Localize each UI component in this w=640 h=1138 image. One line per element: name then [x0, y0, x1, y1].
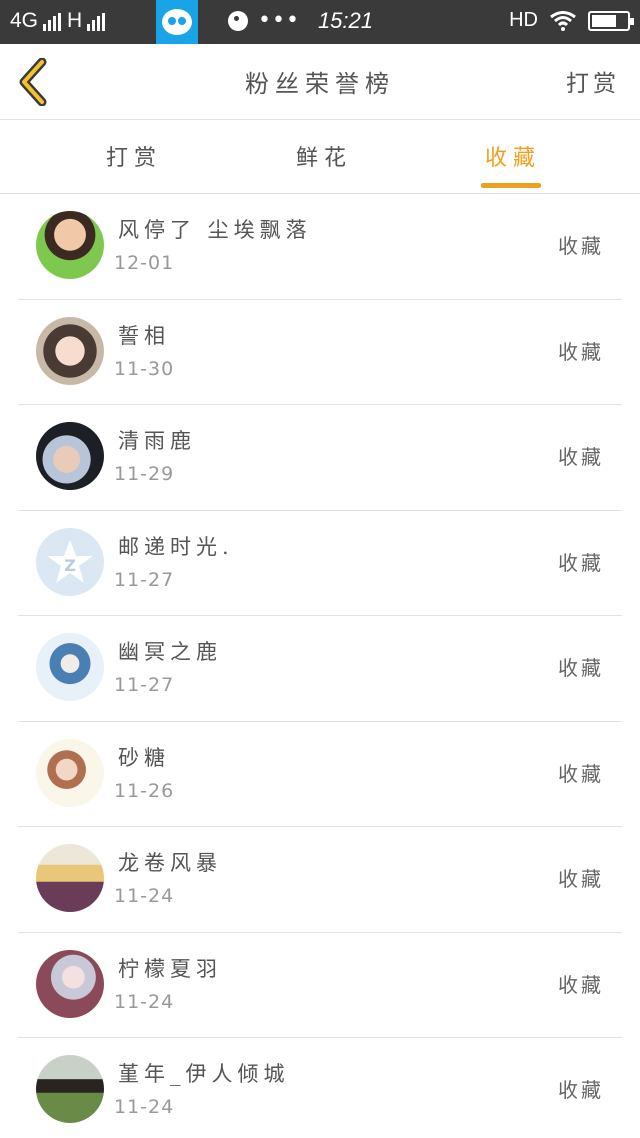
user-name: 清雨鹿: [118, 429, 196, 453]
user-name: 堇年_伊人倾城: [118, 1062, 290, 1086]
date: 11-24: [114, 990, 175, 1013]
network-type-2: H: [67, 9, 83, 32]
app-notification-icon: [156, 0, 198, 44]
list-item[interactable]: 龙卷风暴 11-24 收藏: [18, 827, 622, 933]
avatar: [36, 211, 104, 279]
avatar: [36, 844, 104, 912]
list-item[interactable]: 誓相 11-30 收藏: [18, 300, 622, 405]
network-status: 4G H: [10, 9, 109, 33]
avatar: [36, 949, 104, 1018]
hd-indicator: HD: [509, 9, 538, 31]
tab-reward[interactable]: 打赏: [106, 140, 162, 172]
fan-list: 风停了 尘埃飘落 12-01 收藏 誓相 11-30 收藏 清雨鹿 11-29 …: [18, 194, 622, 1138]
tab-bar: 打赏 鲜花 收藏: [0, 120, 640, 194]
active-tab-indicator: [481, 183, 541, 188]
header: 粉丝荣誉榜 打赏: [0, 44, 640, 120]
user-name: 砂糖: [118, 745, 170, 770]
reward-button[interactable]: 打赏: [566, 64, 620, 98]
signal-icon-2: [87, 13, 106, 31]
favorite-label: 收藏: [558, 867, 604, 891]
list-item[interactable]: 柠檬夏羽 11-24 收藏: [18, 933, 622, 1038]
star-z-icon: Z: [47, 539, 93, 583]
wifi-icon: [550, 10, 576, 31]
clock: 15:21: [317, 8, 373, 33]
favorite-label: 收藏: [558, 1078, 604, 1102]
avatar: [36, 738, 104, 807]
favorite-label: 收藏: [558, 550, 604, 575]
user-name: 柠檬夏羽: [118, 956, 222, 981]
date: 11-24: [114, 1096, 175, 1118]
favorite-label: 收藏: [558, 656, 604, 680]
list-item[interactable]: 砂糖 11-26 收藏: [18, 722, 622, 827]
list-item[interactable]: Z 邮递时光. 11-27 收藏: [18, 511, 622, 616]
date: 11-26: [114, 779, 175, 802]
date: 11-29: [114, 463, 175, 485]
battery-icon: [588, 10, 634, 31]
default-avatar: Z: [36, 527, 104, 596]
palette-icon: [228, 11, 248, 31]
list-item[interactable]: 堇年_伊人倾城 11-24 收藏: [18, 1038, 622, 1138]
user-name: 风停了 尘埃飘落: [118, 218, 312, 242]
avatar: [36, 633, 104, 701]
date: 11-27: [114, 568, 175, 591]
tab-favorites[interactable]: 收藏: [485, 140, 541, 172]
avatar: [36, 1055, 104, 1123]
date: 11-24: [114, 885, 175, 907]
avatar: [36, 422, 104, 490]
user-name: 誓相: [118, 323, 170, 348]
signal-icon: [43, 13, 62, 31]
user-name: 幽冥之鹿: [118, 640, 222, 664]
favorite-label: 收藏: [558, 972, 604, 997]
tab-flowers[interactable]: 鲜花: [296, 140, 352, 172]
avatar: [36, 316, 104, 385]
list-item[interactable]: 清雨鹿 11-29 收藏: [18, 405, 622, 511]
date: 11-27: [114, 674, 175, 696]
date: 11-30: [114, 357, 175, 380]
favorite-label: 收藏: [558, 339, 604, 364]
more-notifications-icon: •••: [258, 8, 300, 33]
svg-text:Z: Z: [64, 556, 76, 575]
page-title: 粉丝荣誉榜: [245, 70, 395, 98]
status-bar: 4G H ••• 15:21 HD: [0, 0, 640, 44]
network-type: 4G: [10, 9, 39, 32]
user-name: 邮递时光.: [118, 534, 234, 559]
list-item[interactable]: 幽冥之鹿 11-27 收藏: [18, 616, 622, 722]
user-name: 龙卷风暴: [118, 851, 222, 875]
favorite-label: 收藏: [558, 234, 604, 258]
favorite-label: 收藏: [558, 761, 604, 786]
list-item[interactable]: 风停了 尘埃飘落 12-01 收藏: [18, 194, 622, 300]
favorite-label: 收藏: [558, 445, 604, 469]
date: 12-01: [114, 252, 175, 274]
